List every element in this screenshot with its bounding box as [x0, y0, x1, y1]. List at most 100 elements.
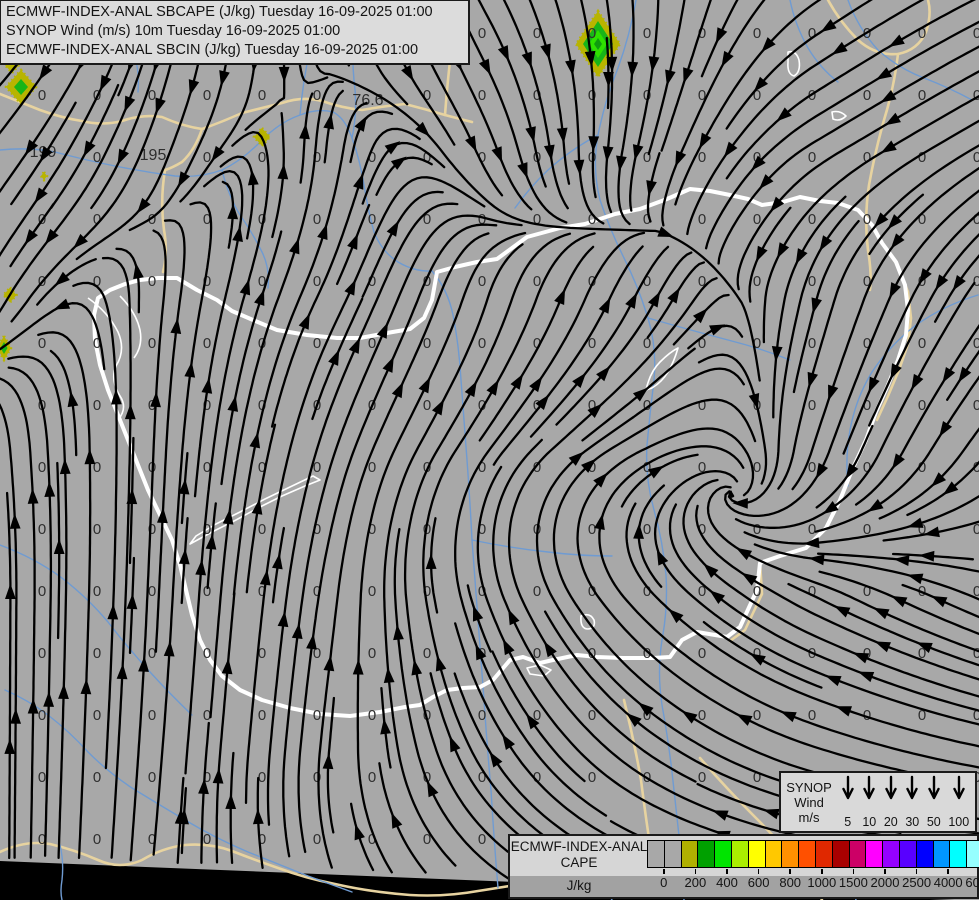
svg-text:0: 0: [93, 583, 101, 600]
synop-speed-item: 50: [927, 775, 941, 830]
cape-tick-mark: [821, 869, 823, 874]
cape-tick-mark: [789, 869, 791, 874]
svg-text:0: 0: [478, 769, 486, 786]
cape-color-cell: [882, 840, 900, 868]
down-arrow-icon: [906, 775, 918, 800]
cape-color-cell: [865, 840, 884, 868]
synop-speed-label: 50: [926, 815, 941, 829]
title-line-wind: SYNOP Wind (m/s) 10m Tuesday 16-09-2025 …: [6, 23, 341, 39]
cape-tick-label: 4000: [933, 875, 963, 890]
synop-wind-legend: SYNOP Wind m/s 5 10 20 30 50 100: [779, 771, 977, 833]
svg-text:0: 0: [698, 645, 706, 662]
svg-text:0: 0: [808, 521, 816, 538]
svg-text:0: 0: [368, 645, 376, 662]
cape-color-cell: [949, 840, 968, 868]
svg-text:195: 195: [140, 147, 167, 164]
cape-color-cell: [966, 840, 979, 868]
svg-text:0: 0: [38, 459, 46, 476]
cape-tick-mark: [884, 869, 886, 874]
cape-color-cell: [781, 840, 800, 868]
synop-speed-item: 20: [884, 775, 898, 830]
svg-text:0: 0: [698, 211, 706, 228]
svg-text:0: 0: [808, 335, 816, 352]
synop-legend-label: SYNOP Wind m/s: [781, 773, 837, 831]
svg-text:0: 0: [313, 273, 321, 290]
svg-text:0: 0: [423, 397, 431, 414]
cape-tick-label: 800: [779, 875, 802, 890]
cape-color-cell: [831, 840, 850, 868]
svg-text:0: 0: [808, 211, 816, 228]
cape-color-cell: [764, 840, 783, 868]
svg-text:0: 0: [38, 707, 46, 724]
svg-text:0: 0: [973, 645, 979, 662]
synop-speed-item: 30: [905, 775, 919, 830]
title-line-sbcin: ECMWF-INDEX-ANAL SBCIN (J/kg) Tuesday 16…: [6, 42, 419, 58]
svg-text:0: 0: [478, 707, 486, 724]
svg-text:0: 0: [478, 273, 486, 290]
cape-color-cell: [814, 840, 833, 868]
svg-text:0: 0: [588, 769, 596, 786]
svg-text:0: 0: [258, 87, 266, 104]
svg-text:0: 0: [38, 645, 46, 662]
synop-speed-label: 30: [905, 815, 920, 829]
svg-text:0: 0: [588, 87, 596, 104]
cape-legend-units: J/kg: [566, 878, 592, 893]
synop-speed-label: 10: [862, 815, 877, 829]
svg-text:0: 0: [93, 645, 101, 662]
svg-text:0: 0: [203, 87, 211, 104]
svg-text:0: 0: [313, 831, 321, 848]
svg-text:0: 0: [93, 397, 101, 414]
svg-text:0: 0: [313, 211, 321, 228]
svg-text:0: 0: [973, 335, 979, 352]
synop-speed-label: 5: [844, 815, 852, 829]
svg-text:0: 0: [478, 335, 486, 352]
svg-text:0: 0: [368, 707, 376, 724]
svg-text:0: 0: [93, 707, 101, 724]
down-arrow-icon: [863, 775, 875, 800]
svg-text:0: 0: [93, 831, 101, 848]
svg-text:0: 0: [588, 273, 596, 290]
cape-legend-model: ECMWF-INDEX-ANAL: [510, 839, 648, 854]
svg-text:0: 0: [808, 149, 816, 166]
cape-tick-label: 200: [684, 875, 707, 890]
cape-tick-mark: [915, 869, 918, 874]
svg-text:0: 0: [148, 335, 156, 352]
svg-text:0: 0: [258, 149, 266, 166]
svg-text:0: 0: [698, 769, 706, 786]
svg-text:0: 0: [148, 645, 156, 662]
cape-tick-label: 400: [716, 875, 738, 890]
svg-text:0: 0: [478, 25, 486, 42]
cape-color-cell: [730, 840, 749, 868]
svg-text:0: 0: [38, 769, 46, 786]
cape-color-cell: [663, 840, 682, 868]
cape-tick-label: 2500: [902, 875, 932, 890]
svg-text:0: 0: [753, 583, 761, 600]
synop-speed-item: 100: [948, 775, 969, 830]
cape-colorbar: [647, 840, 979, 868]
svg-text:0: 0: [38, 335, 46, 352]
svg-text:0: 0: [313, 87, 321, 104]
svg-text:0: 0: [258, 707, 266, 724]
svg-text:0: 0: [863, 87, 871, 104]
synop-speed-scale: 5 10 20 30 50 100: [837, 773, 975, 831]
cape-color-cell: [680, 840, 699, 868]
svg-text:0: 0: [753, 707, 761, 724]
svg-text:0: 0: [368, 583, 376, 600]
synop-speed-label: 20: [883, 815, 898, 829]
synop-legend-units: m/s: [798, 809, 820, 825]
cape-legend-label: ECMWF-INDEX-ANAL CAPE: [510, 839, 648, 871]
synop-legend-subtitle: Wind: [794, 794, 824, 810]
cape-color-cell: [714, 840, 732, 868]
down-arrow-icon: [953, 775, 965, 800]
cape-tick-mark: [694, 869, 697, 874]
svg-text:0: 0: [203, 645, 211, 662]
synop-speed-label: 100: [948, 815, 970, 829]
svg-text:0: 0: [148, 583, 156, 600]
cape-colorbar-legend: ECMWF-INDEX-ANAL CAPE J/kg 0 200 400 600 800…: [508, 834, 979, 899]
svg-text:0: 0: [93, 769, 101, 786]
svg-text:0: 0: [38, 583, 46, 600]
synop-legend-title: SYNOP: [786, 779, 832, 795]
svg-text:0: 0: [588, 521, 596, 538]
svg-text:0: 0: [643, 25, 651, 42]
svg-text:0: 0: [313, 335, 321, 352]
